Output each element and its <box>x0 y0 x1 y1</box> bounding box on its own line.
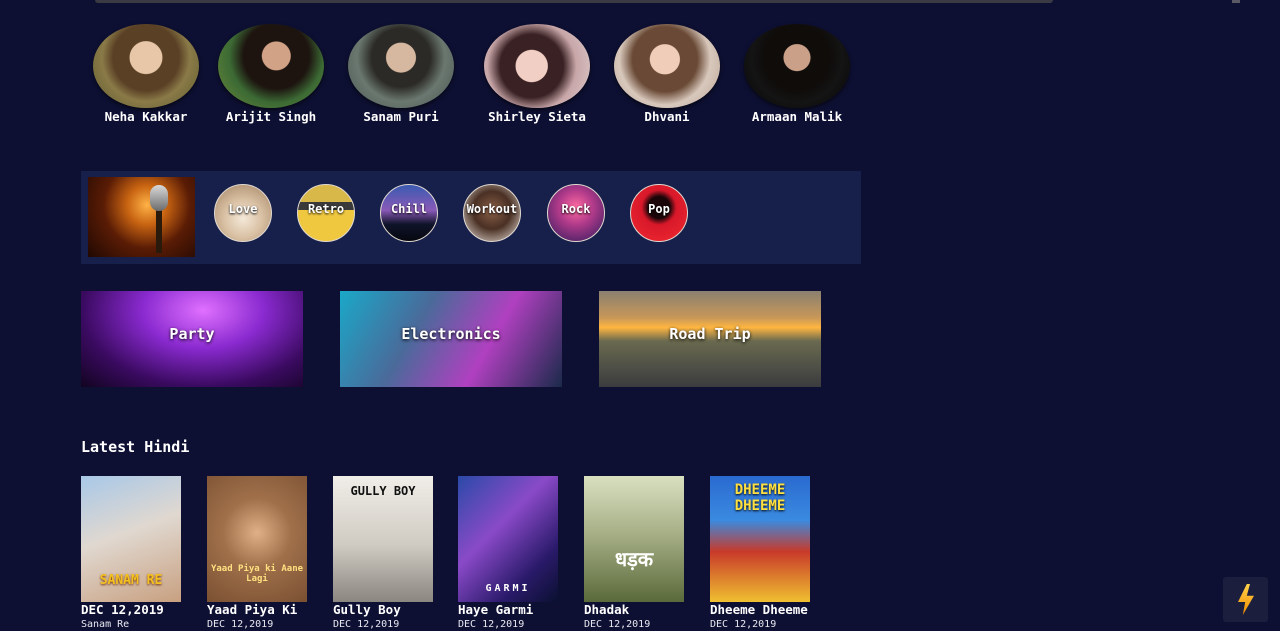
album-title: Gully Boy <box>333 602 401 617</box>
album-title: Dhadak <box>584 602 630 617</box>
album-title: Yaad Piya Ki <box>207 602 298 617</box>
microphone-image <box>88 177 195 257</box>
artist-name: Sanam Puri <box>363 109 439 124</box>
cover-text: धड़क <box>614 547 654 571</box>
artist-name: Dhvani <box>644 109 690 124</box>
mood-road-trip[interactable]: Road Trip <box>599 291 821 387</box>
genre-label: Rock <box>561 202 591 216</box>
album-subtitle: DEC 12,2019 <box>710 619 777 630</box>
cover-text: Yaad Piya ki Aane Lagi <box>210 564 304 584</box>
mood-party[interactable]: Party <box>81 291 303 387</box>
app-badge[interactable] <box>1223 577 1268 622</box>
artist-name: Armaan Malik <box>751 109 843 124</box>
genre-label: Workout <box>466 202 518 216</box>
album-subtitle: DEC 12,2019 <box>207 619 274 630</box>
artist-armaan-malik[interactable]: Armaan Malik <box>743 24 851 124</box>
album-card[interactable]: GARMI Haye Garmi DEC 12,2019 <box>458 476 568 630</box>
section-title-latest-hindi: Latest Hindi <box>81 438 190 456</box>
album-title: Haye Garmi <box>458 602 534 617</box>
album-cover: धड़क <box>584 476 684 602</box>
genre-label: Chill <box>390 202 428 216</box>
mic-head <box>150 185 168 211</box>
cover-text: SANAM RE <box>99 573 163 588</box>
genre-chill[interactable]: Chill <box>380 184 438 242</box>
album-card[interactable]: SANAM RE DEC 12,2019 Sanam Re <box>81 476 191 630</box>
artist-photo <box>218 24 324 108</box>
artist-neha-kakkar[interactable]: Neha Kakkar <box>92 24 200 124</box>
genre-strip: Love Retro Chill Workout Rock Pop <box>81 171 861 264</box>
album-subtitle: DEC 12,2019 <box>458 619 525 630</box>
artist-name: Neha Kakkar <box>104 109 188 124</box>
artist-dhvani[interactable]: Dhvani <box>613 24 721 124</box>
cover-text: DHEEME DHEEME <box>734 482 786 514</box>
cover-text: GARMI <box>485 583 531 594</box>
genre-label: Love <box>228 202 258 216</box>
album-cover: GARMI <box>458 476 558 602</box>
artist-sanam-puri[interactable]: Sanam Puri <box>347 24 455 124</box>
mood-label: Road Trip <box>669 325 751 343</box>
artist-photo <box>614 24 720 108</box>
album-card[interactable]: GULLY BOY Gully Boy DEC 12,2019 <box>333 476 443 630</box>
album-subtitle: DEC 12,2019 <box>333 619 400 630</box>
album-card[interactable]: Yaad Piya ki Aane Lagi Yaad Piya Ki DEC … <box>207 476 317 630</box>
album-subtitle: Sanam Re <box>81 619 130 630</box>
genre-love[interactable]: Love <box>214 184 272 242</box>
genre-pop[interactable]: Pop <box>630 184 688 242</box>
artist-photo <box>744 24 850 108</box>
artist-arijit-singh[interactable]: Arijit Singh <box>217 24 325 124</box>
artist-name: Shirley Sieta <box>488 109 586 124</box>
lightning-icon <box>1238 584 1254 615</box>
genre-rock[interactable]: Rock <box>547 184 605 242</box>
cover-text: GULLY BOY <box>350 484 416 498</box>
browser-edge <box>1232 0 1240 3</box>
album-card[interactable]: धड़क Dhadak DEC 12,2019 <box>584 476 694 630</box>
genre-label: Retro <box>307 202 345 216</box>
mood-electronics[interactable]: Electronics <box>340 291 562 387</box>
album-title: DEC 12,2019 <box>81 602 164 617</box>
browser-scrollbar <box>95 0 1053 3</box>
genre-label: Pop <box>648 202 670 216</box>
mood-label: Electronics <box>401 325 501 343</box>
artist-photo <box>348 24 454 108</box>
artist-name: Arijit Singh <box>225 109 317 124</box>
artist-shirley-sieta[interactable]: Shirley Sieta <box>483 24 591 124</box>
album-cover: Yaad Piya ki Aane Lagi <box>207 476 307 602</box>
genre-workout[interactable]: Workout <box>463 184 521 242</box>
genre-retro[interactable]: Retro <box>297 184 355 242</box>
artist-photo <box>484 24 590 108</box>
album-subtitle: DEC 12,2019 <box>584 619 651 630</box>
album-title: Dheeme Dheeme <box>710 602 808 617</box>
artist-photo <box>93 24 199 108</box>
album-cover: DHEEME DHEEME <box>710 476 810 602</box>
album-cover: SANAM RE <box>81 476 181 602</box>
album-cover: GULLY BOY <box>333 476 433 602</box>
mood-label: Party <box>169 325 215 343</box>
album-card[interactable]: DHEEME DHEEME Dheeme Dheeme DEC 12,2019 <box>710 476 820 630</box>
